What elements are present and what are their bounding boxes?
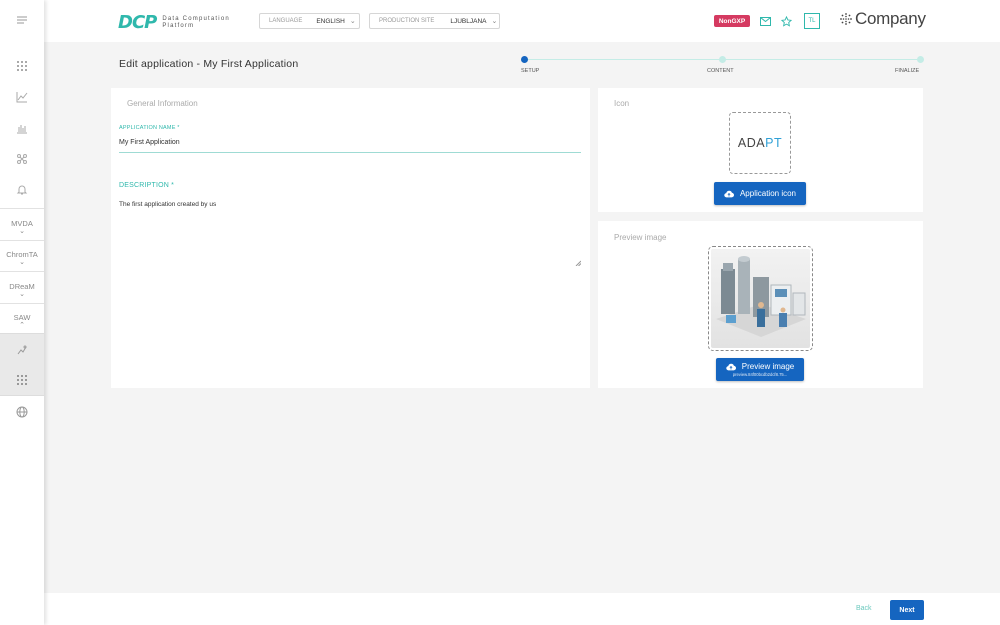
step-dot-content[interactable] — [719, 56, 726, 63]
application-name-input[interactable]: My First Application — [119, 139, 180, 146]
preview-image-title: Preview image — [614, 233, 667, 242]
adapt-logo-part-b: PT — [765, 136, 783, 150]
language-value: ENGLISH — [316, 17, 345, 25]
bar-chart-icon[interactable] — [0, 118, 44, 138]
language-select[interactable]: LANGUAGE ENGLISH ⌄ — [259, 13, 360, 29]
logo-line-2: Platform — [162, 22, 195, 29]
adapt-logo-part-a: ADA — [737, 136, 766, 150]
top-header: DCP Data Computation Platform LANGUAGE E… — [44, 0, 1000, 42]
production-site-select[interactable]: PRODUCTION SITE LJUBLJANA ⌄ — [369, 13, 500, 29]
user-avatar[interactable]: TL — [804, 13, 820, 29]
next-button[interactable]: Next — [890, 600, 924, 620]
application-icon-button-label: Application icon — [739, 189, 797, 198]
application-name-underline — [119, 152, 581, 153]
step-dot-setup[interactable] — [521, 56, 528, 63]
description-label: DESCRIPTION * — [119, 182, 175, 189]
site-label: PRODUCTION SITE — [379, 18, 435, 24]
sidebar: MVDA ⌄ ChromTA ⌄ DReaM ⌄ SAW ⌃ — [0, 0, 44, 625]
globe-icon[interactable] — [0, 402, 44, 422]
grid-icon[interactable] — [0, 56, 44, 76]
company-logo: Company — [839, 9, 926, 29]
application-name-label: APPLICATION NAME * — [119, 125, 180, 131]
company-name: Company — [855, 9, 926, 28]
preview-image-button[interactable]: Preview image preview.84f00bcdb2dcf8.75.… — [716, 358, 804, 381]
dcp-logo[interactable]: DCP Data Computation Platform — [118, 12, 230, 33]
adapt-logo: ADAPT — [738, 136, 782, 150]
chevron-down-icon[interactable]: ⌄ — [0, 290, 44, 298]
general-information-card — [111, 88, 590, 388]
back-button[interactable]: Back — [856, 605, 872, 612]
logo-mark: DCP — [118, 12, 157, 33]
company-logo-icon — [840, 13, 852, 25]
step-label-finalize: FINALIZE — [895, 68, 920, 74]
language-label: LANGUAGE — [269, 18, 303, 24]
menu-icon[interactable] — [0, 10, 44, 30]
application-icon-preview: ADAPT — [729, 112, 791, 174]
chevron-down-icon[interactable]: ⌄ — [0, 258, 44, 266]
bell-icon[interactable] — [0, 180, 44, 200]
site-value: LJUBLJANA — [450, 17, 487, 25]
star-icon[interactable] — [778, 13, 794, 29]
logo-line-1: Data Computation — [162, 15, 230, 22]
logo-text: Data Computation Platform — [162, 16, 230, 30]
chevron-down-icon: ⌄ — [349, 18, 356, 25]
cloud-upload-icon — [724, 190, 734, 197]
icon-card-title: Icon — [614, 99, 630, 108]
step-dot-finalize[interactable] — [917, 56, 924, 63]
resize-handle-icon[interactable] — [575, 253, 582, 271]
gxp-badge: NonGXP — [714, 15, 750, 27]
line-chart-icon[interactable] — [0, 87, 44, 107]
cloud-upload-icon — [726, 363, 736, 370]
page-title: Edit application - My First Application — [119, 58, 299, 70]
step-label-setup: SETUP — [521, 68, 540, 74]
preview-image-filename: preview.84f00bcdb2dcf8.75... — [732, 372, 788, 377]
apps-grid-icon[interactable] — [0, 370, 44, 390]
chevron-down-icon: ⌄ — [491, 18, 498, 25]
chevron-down-icon[interactable]: ⌄ — [0, 227, 44, 235]
network-icon[interactable] — [0, 149, 44, 169]
preview-image-button-label: Preview image — [741, 362, 795, 371]
general-information-title: General Information — [127, 99, 198, 108]
application-icon-button[interactable]: Application icon — [714, 182, 806, 205]
description-textarea[interactable]: The first application created by us — [119, 201, 216, 208]
step-label-content: CONTENT — [707, 68, 734, 74]
preview-image — [711, 249, 810, 348]
chevron-up-icon[interactable]: ⌃ — [0, 321, 44, 329]
mail-icon[interactable] — [757, 13, 773, 29]
preview-image-frame — [708, 246, 813, 351]
scatter-icon[interactable] — [0, 340, 44, 360]
